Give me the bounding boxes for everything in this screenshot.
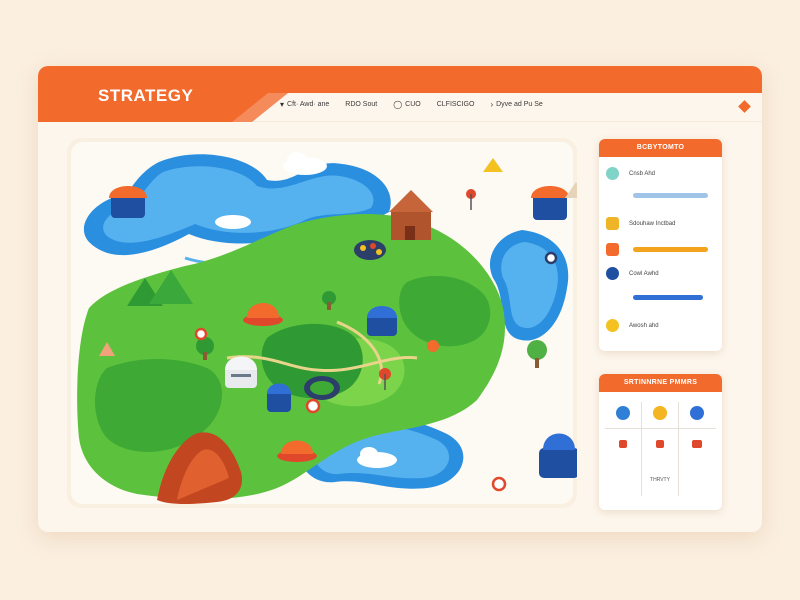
gem-blue-icon <box>690 406 704 420</box>
fort-center <box>367 306 397 336</box>
flame-red-icon <box>656 440 664 448</box>
top-nav: ▾ Cft· Awd· ane RDO Sout ◯ CUO CLFISCIGO… <box>280 100 543 109</box>
nav-item-4[interactable]: CLFISCIGO <box>437 101 475 108</box>
status-bar-2 <box>633 247 708 252</box>
unit-cell-1[interactable] <box>608 406 638 420</box>
nav-label-4: CLFISCIGO <box>436 101 475 108</box>
status-row-3[interactable] <box>606 243 619 256</box>
units-panel: SRTINNRNE PMMRS THRVTY <box>599 374 722 510</box>
nav-item-3[interactable]: ◯ CUO <box>393 100 421 109</box>
nav-item-1[interactable]: ▾ Cft· Awd· ane <box>280 100 329 109</box>
nav-label-1: Cft· Awd· ane <box>287 101 330 108</box>
fort-west <box>267 383 291 412</box>
status-row-5[interactable]: Awosh ahd <box>606 319 659 332</box>
status-icon-1 <box>606 167 619 180</box>
status-label-5: Awosh ahd <box>629 322 659 329</box>
app-title: STRATEGY <box>98 86 194 105</box>
status-bar-1 <box>633 193 708 198</box>
world-map[interactable] <box>67 138 577 508</box>
nav-label-3: CUO <box>405 101 421 108</box>
nav-label-5: Dyve ad Pu Se <box>496 101 543 108</box>
unit-cell-4[interactable] <box>608 440 638 448</box>
coin-gold-icon <box>653 406 667 420</box>
unit-cell-2[interactable] <box>645 406 675 420</box>
unit-cell-3[interactable] <box>682 406 712 420</box>
units-divider-h1 <box>605 428 716 429</box>
units-divider-v2 <box>678 402 679 496</box>
unit-cell-8[interactable]: THRVTY <box>645 474 675 483</box>
hut-east-icon <box>531 186 569 220</box>
nav-item-2[interactable]: RDO Sout <box>345 101 377 108</box>
status-panel: BCBYTOMTO Cnsb Ahd Sdouhaw Inctbad Cowl … <box>599 139 722 351</box>
chevron-right-icon: › <box>490 100 494 109</box>
nav-label-2: RDO Sout <box>345 101 378 108</box>
shield-blue-icon <box>616 406 630 420</box>
nav-item-5[interactable]: › Dyve ad Pu Se <box>490 100 542 109</box>
status-icon-3 <box>606 243 619 256</box>
filter-icon: ▾ <box>280 100 285 109</box>
status-label-1: Cnsb Ahd <box>629 170 656 177</box>
status-label-2: Sdouhaw Inctbad <box>629 220 676 227</box>
status-icon-2 <box>606 217 619 230</box>
circle-icon: ◯ <box>393 100 403 109</box>
status-icon-5 <box>606 319 619 332</box>
tower-icon <box>225 356 257 388</box>
status-row-1[interactable]: Cnsb Ahd <box>606 167 655 180</box>
units-divider-v1 <box>641 402 642 496</box>
units-panel-title: SRTINNRNE PMMRS <box>599 374 722 392</box>
hut-icon <box>109 186 147 218</box>
flag-red-icon <box>619 440 627 448</box>
status-bar-3 <box>633 295 703 300</box>
status-label-4: Cowl Awhd <box>629 270 659 277</box>
unit-cell-5[interactable] <box>645 440 675 448</box>
status-panel-title: BCBYTOMTO <box>599 139 722 157</box>
status-icon-4 <box>606 267 619 280</box>
header-bar: STRATEGY ▾ Cft· Awd· ane RDO Sout ◯ CUO … <box>38 66 762 122</box>
unit-cell-6[interactable] <box>682 440 712 448</box>
unit-label-8: THRVTY <box>650 477 670 483</box>
status-row-4[interactable]: Cowl Awhd <box>606 267 659 280</box>
arena-icon <box>304 376 340 400</box>
village-icon <box>354 240 386 260</box>
crown-red-icon <box>692 440 702 448</box>
game-window: STRATEGY ▾ Cft· Awd· ane RDO Sout ◯ CUO … <box>38 66 762 532</box>
status-row-2[interactable]: Sdouhaw Inctbad <box>606 217 675 230</box>
